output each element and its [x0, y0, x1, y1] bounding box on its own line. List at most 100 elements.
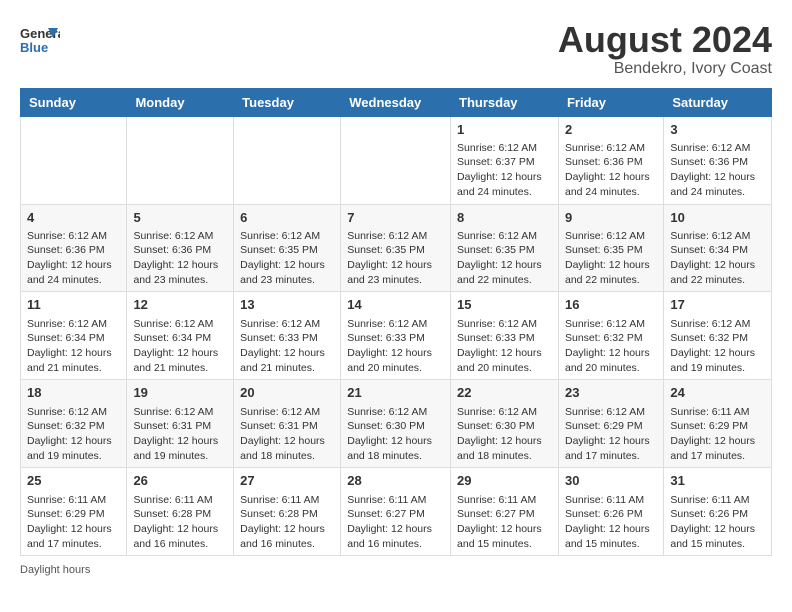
day-number: 22: [457, 384, 552, 402]
title-section: August 2024 Bendekro, Ivory Coast: [558, 20, 772, 78]
day-number: 7: [347, 209, 444, 227]
calendar-cell: 3Sunrise: 6:12 AM Sunset: 6:36 PM Daylig…: [664, 116, 772, 204]
day-of-week-header: Thursday: [451, 88, 559, 116]
day-info: Sunrise: 6:12 AM Sunset: 6:33 PM Dayligh…: [240, 317, 334, 376]
day-number: 29: [457, 472, 552, 490]
day-number: 23: [565, 384, 657, 402]
calendar-cell: 9Sunrise: 6:12 AM Sunset: 6:35 PM Daylig…: [558, 204, 663, 292]
logo-icon: General Blue: [20, 20, 60, 60]
calendar-cell: 19 Sunrise: 6:12 AM Sunset: 6:31 PM Dayli…: [127, 380, 234, 468]
day-info: Sunrise: 6:11 AM Sunset: 6:26 PM Dayligh…: [565, 493, 657, 552]
day-info: Sunrise: 6:12 AM Sunset: 6:30 PM Dayligh…: [347, 405, 444, 464]
calendar-cell: 25 Sunrise: 6:11 AM Sunset: 6:29 PM Dayli…: [21, 468, 127, 556]
day-info: Sunrise: 6:12 AM Sunset: 6:36 PM Dayligh…: [133, 229, 227, 288]
day-info: Sunrise: 6:12 AM Sunset: 6:32 PM Dayligh…: [27, 405, 120, 464]
day-info: Sunrise: 6:12 AM Sunset: 6:30 PM Dayligh…: [457, 405, 552, 464]
calendar-cell: 4Sunrise: 6:12 AM Sunset: 6:36 PM Daylig…: [21, 204, 127, 292]
calendar-cell: 8Sunrise: 6:12 AM Sunset: 6:35 PM Daylig…: [451, 204, 559, 292]
day-info: Sunrise: 6:12 AM Sunset: 6:32 PM Dayligh…: [565, 317, 657, 376]
calendar-table: SundayMondayTuesdayWednesdayThursdayFrid…: [20, 88, 772, 557]
calendar-cell: 28 Sunrise: 6:11 AM Sunset: 6:27 PM Dayli…: [341, 468, 451, 556]
day-of-week-header: Sunday: [21, 88, 127, 116]
calendar-week-row: 25 Sunrise: 6:11 AM Sunset: 6:29 PM Dayli…: [21, 468, 772, 556]
day-number: 12: [133, 296, 227, 314]
calendar-header-row: SundayMondayTuesdayWednesdayThursdayFrid…: [21, 88, 772, 116]
day-number: 10: [670, 209, 765, 227]
day-number: 17: [670, 296, 765, 314]
calendar-cell: 31 Sunrise: 6:11 AM Sunset: 6:26 PM Dayli…: [664, 468, 772, 556]
calendar-cell: 21 Sunrise: 6:12 AM Sunset: 6:30 PM Dayli…: [341, 380, 451, 468]
calendar-cell: 27Sunrise: 6:11 AM Sunset: 6:28 PM Dayli…: [234, 468, 341, 556]
day-number: 21: [347, 384, 444, 402]
day-number: 15: [457, 296, 552, 314]
day-number: 5: [133, 209, 227, 227]
day-info: Sunrise: 6:12 AM Sunset: 6:37 PM Dayligh…: [457, 141, 552, 200]
calendar-cell: 12 Sunrise: 6:12 AM Sunset: 6:34 PM Dayli…: [127, 292, 234, 380]
page-header: General Blue August 2024 Bendekro, Ivory…: [20, 20, 772, 78]
day-number: 31: [670, 472, 765, 490]
calendar-week-row: 18Sunrise: 6:12 AM Sunset: 6:32 PM Dayli…: [21, 380, 772, 468]
day-number: 19: [133, 384, 227, 402]
day-number: 4: [27, 209, 120, 227]
day-number: 13: [240, 296, 334, 314]
day-info: Sunrise: 6:12 AM Sunset: 6:36 PM Dayligh…: [670, 141, 765, 200]
calendar-cell: [127, 116, 234, 204]
day-number: 2: [565, 121, 657, 139]
calendar-cell: 17Sunrise: 6:12 AM Sunset: 6:32 PM Dayli…: [664, 292, 772, 380]
day-number: 6: [240, 209, 334, 227]
calendar-cell: 2 Sunrise: 6:12 AM Sunset: 6:36 PM Daylig…: [558, 116, 663, 204]
calendar-cell: 16 Sunrise: 6:12 AM Sunset: 6:32 PM Dayli…: [558, 292, 663, 380]
day-info: Sunrise: 6:12 AM Sunset: 6:33 PM Dayligh…: [347, 317, 444, 376]
day-number: 30: [565, 472, 657, 490]
day-info: Sunrise: 6:11 AM Sunset: 6:27 PM Dayligh…: [347, 493, 444, 552]
calendar-cell: 26Sunrise: 6:11 AM Sunset: 6:28 PM Dayli…: [127, 468, 234, 556]
day-number: 14: [347, 296, 444, 314]
day-info: Sunrise: 6:12 AM Sunset: 6:35 PM Dayligh…: [240, 229, 334, 288]
calendar-cell: [21, 116, 127, 204]
day-number: 11: [27, 296, 120, 314]
day-info: Sunrise: 6:11 AM Sunset: 6:29 PM Dayligh…: [27, 493, 120, 552]
calendar-cell: 7 Sunrise: 6:12 AM Sunset: 6:35 PM Daylig…: [341, 204, 451, 292]
day-info: Sunrise: 6:12 AM Sunset: 6:35 PM Dayligh…: [565, 229, 657, 288]
day-of-week-header: Friday: [558, 88, 663, 116]
day-of-week-header: Tuesday: [234, 88, 341, 116]
day-number: 28: [347, 472, 444, 490]
calendar-cell: 22 Sunrise: 6:12 AM Sunset: 6:30 PM Dayli…: [451, 380, 559, 468]
day-of-week-header: Saturday: [664, 88, 772, 116]
calendar-cell: 20 Sunrise: 6:12 AM Sunset: 6:31 PM Dayli…: [234, 380, 341, 468]
day-info: Sunrise: 6:11 AM Sunset: 6:27 PM Dayligh…: [457, 493, 552, 552]
calendar-cell: 29 Sunrise: 6:11 AM Sunset: 6:27 PM Dayli…: [451, 468, 559, 556]
day-number: 1: [457, 121, 552, 139]
day-info: Sunrise: 6:12 AM Sunset: 6:31 PM Dayligh…: [240, 405, 334, 464]
calendar-cell: 23 Sunrise: 6:12 AM Sunset: 6:29 PM Dayli…: [558, 380, 663, 468]
day-of-week-header: Wednesday: [341, 88, 451, 116]
day-info: Sunrise: 6:12 AM Sunset: 6:31 PM Dayligh…: [133, 405, 227, 464]
day-info: Sunrise: 6:12 AM Sunset: 6:34 PM Dayligh…: [27, 317, 120, 376]
calendar-week-row: 1 Sunrise: 6:12 AM Sunset: 6:37 PM Daylig…: [21, 116, 772, 204]
footer: Daylight hours: [20, 564, 772, 576]
day-info: Sunrise: 6:12 AM Sunset: 6:29 PM Dayligh…: [565, 405, 657, 464]
day-info: Sunrise: 6:11 AM Sunset: 6:29 PM Dayligh…: [670, 405, 765, 464]
month-year-title: August 2024: [558, 20, 772, 60]
calendar-cell: 14 Sunrise: 6:12 AM Sunset: 6:33 PM Dayli…: [341, 292, 451, 380]
calendar-cell: 10 Sunrise: 6:12 AM Sunset: 6:34 PM Dayli…: [664, 204, 772, 292]
day-number: 20: [240, 384, 334, 402]
day-of-week-header: Monday: [127, 88, 234, 116]
day-info: Sunrise: 6:11 AM Sunset: 6:28 PM Dayligh…: [133, 493, 227, 552]
day-info: Sunrise: 6:12 AM Sunset: 6:35 PM Dayligh…: [347, 229, 444, 288]
day-info: Sunrise: 6:12 AM Sunset: 6:33 PM Dayligh…: [457, 317, 552, 376]
location-subtitle: Bendekro, Ivory Coast: [558, 60, 772, 78]
day-number: 16: [565, 296, 657, 314]
calendar-week-row: 4 Sunrise: 6:12 AM Sunset: 6:36 PM Daylig…: [21, 204, 772, 292]
day-info: Sunrise: 6:11 AM Sunset: 6:26 PM Dayligh…: [670, 493, 765, 552]
day-number: 25: [27, 472, 120, 490]
calendar-cell: 18Sunrise: 6:12 AM Sunset: 6:32 PM Dayli…: [21, 380, 127, 468]
calendar-cell: 24Sunrise: 6:11 AM Sunset: 6:29 PM Dayli…: [664, 380, 772, 468]
calendar-cell: 6 Sunrise: 6:12 AM Sunset: 6:35 PM Daylig…: [234, 204, 341, 292]
day-info: Sunrise: 6:12 AM Sunset: 6:34 PM Dayligh…: [670, 229, 765, 288]
calendar-cell: 11 Sunrise: 6:12 AM Sunset: 6:34 PM Dayli…: [21, 292, 127, 380]
day-info: Sunrise: 6:12 AM Sunset: 6:34 PM Dayligh…: [133, 317, 227, 376]
day-info: Sunrise: 6:12 AM Sunset: 6:36 PM Dayligh…: [565, 141, 657, 200]
calendar-week-row: 11 Sunrise: 6:12 AM Sunset: 6:34 PM Dayli…: [21, 292, 772, 380]
calendar-cell: [234, 116, 341, 204]
